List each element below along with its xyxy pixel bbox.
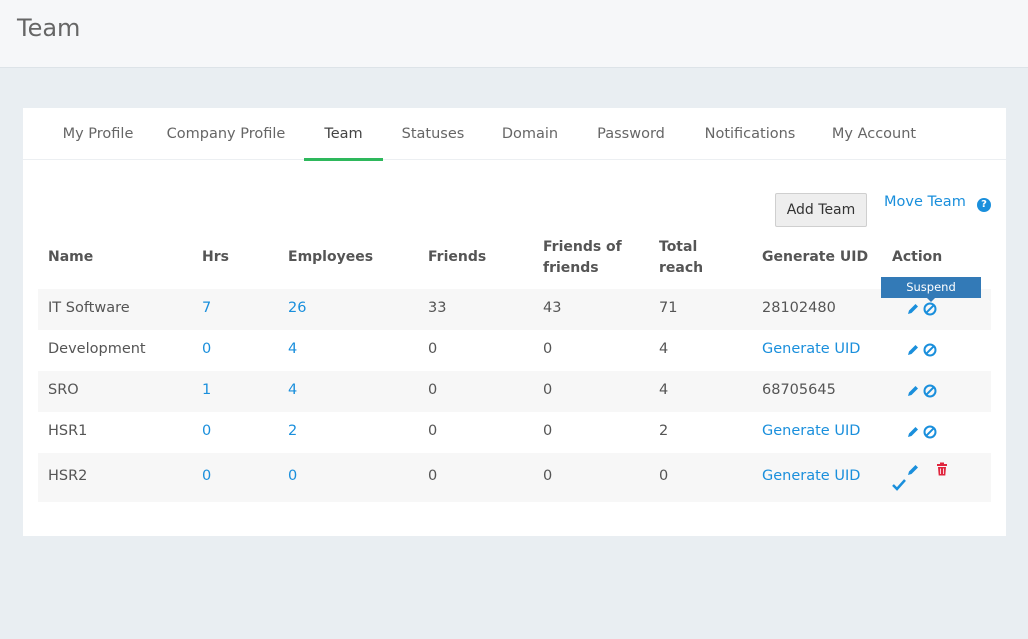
page-title: Team (17, 14, 81, 42)
header-friends-of-friends-line-2: friends (543, 260, 599, 276)
tab-domain[interactable]: Domain (495, 108, 565, 161)
friends-value: 0 (428, 382, 438, 398)
total-reach-value: 71 (659, 300, 678, 316)
tab-password[interactable]: Password (589, 108, 673, 161)
friends-of-friends-value: 43 (543, 300, 562, 316)
team-name: HSR2 (48, 468, 88, 484)
suspend-icon[interactable] (923, 384, 937, 398)
team-name: HSR1 (48, 423, 88, 439)
team-card: My Profile Company Profile Team Statuses… (23, 108, 1006, 536)
total-reach-value: 2 (659, 423, 669, 439)
table-row: IT Software 7 26 33 43 71 28102480 (38, 289, 991, 330)
friends-value: 0 (428, 341, 438, 357)
friends-of-friends-value: 0 (543, 382, 553, 398)
suspend-tooltip: Suspend (881, 277, 981, 302)
hrs-link[interactable]: 7 (202, 300, 211, 316)
employees-link[interactable]: 4 (288, 382, 297, 398)
tab-notifications[interactable]: Notifications (698, 108, 802, 161)
move-team-link[interactable]: Move Team (884, 194, 966, 210)
hrs-link[interactable]: 0 (202, 341, 211, 357)
tab-my-profile[interactable]: My Profile (43, 108, 153, 161)
header-name[interactable]: Name (48, 247, 93, 268)
hrs-link[interactable]: 0 (202, 468, 211, 484)
employees-link[interactable]: 0 (288, 468, 297, 484)
delete-trash-icon[interactable] (936, 462, 948, 476)
header-friends-of-friends-line-1: Friends of (543, 239, 622, 255)
employees-link[interactable]: 2 (288, 423, 297, 439)
hrs-link[interactable]: 1 (202, 382, 211, 398)
employees-link[interactable]: 4 (288, 341, 297, 357)
edit-pencil-icon[interactable] (906, 302, 920, 316)
friends-value: 0 (428, 423, 438, 439)
suspend-icon[interactable] (923, 425, 937, 439)
header-friends[interactable]: Friends (428, 247, 486, 268)
total-reach-value: 4 (659, 382, 669, 398)
friends-value: 0 (428, 468, 438, 484)
tab-company-profile[interactable]: Company Profile (163, 108, 289, 161)
employees-link[interactable]: 26 (288, 300, 306, 316)
hrs-link[interactable]: 0 (202, 423, 211, 439)
tab-statuses[interactable]: Statuses (395, 108, 471, 161)
team-name: SRO (48, 382, 79, 398)
generate-uid-link[interactable]: Generate UID (762, 423, 860, 439)
help-icon[interactable]: ? (977, 198, 991, 212)
edit-pencil-icon[interactable] (906, 384, 920, 398)
header-employees[interactable]: Employees (288, 247, 373, 268)
table-row: HSR2 0 0 0 0 0 Generate UID (38, 453, 991, 502)
uid-value: 28102480 (762, 300, 836, 316)
total-reach-value: 0 (659, 468, 669, 484)
edit-pencil-icon[interactable] (906, 343, 920, 357)
friends-value: 33 (428, 300, 447, 316)
header-total-reach[interactable]: Total reach (659, 237, 703, 279)
total-reach-value: 4 (659, 341, 669, 357)
add-team-button[interactable]: Add Team (775, 193, 867, 227)
generate-uid-link[interactable]: Generate UID (762, 468, 860, 484)
friends-of-friends-value: 0 (543, 468, 553, 484)
uid-value: 68705645 (762, 382, 836, 398)
tab-team[interactable]: Team (304, 108, 383, 161)
header-generate-uid: Generate UID (762, 249, 869, 265)
team-name: Development (48, 341, 146, 357)
header-hrs[interactable]: Hrs (202, 247, 229, 268)
header-total-reach-line-1: Total (659, 239, 698, 255)
header-friends-of-friends[interactable]: Friends of friends (543, 237, 622, 279)
table-row: Development 0 4 0 0 4 Generate UID (38, 330, 991, 371)
edit-pencil-icon[interactable] (906, 425, 920, 439)
friends-of-friends-value: 0 (543, 341, 553, 357)
header-action: Action (892, 249, 943, 265)
edit-pencil-icon[interactable] (906, 463, 920, 477)
tab-bar: My Profile Company Profile Team Statuses… (23, 108, 1006, 161)
approve-check-icon[interactable] (892, 479, 906, 491)
friends-of-friends-value: 0 (543, 423, 553, 439)
team-name: IT Software (48, 300, 130, 316)
tab-my-account[interactable]: My Account (826, 108, 922, 161)
page-header: Team (0, 0, 1028, 68)
suspend-icon[interactable] (923, 343, 937, 357)
table-row: SRO 1 4 0 0 4 68705645 (38, 371, 991, 412)
header-total-reach-line-2: reach (659, 260, 704, 276)
suspend-icon[interactable] (923, 302, 937, 316)
table-row: HSR1 0 2 0 0 2 Generate UID (38, 412, 991, 453)
generate-uid-link[interactable]: Generate UID (762, 341, 860, 357)
